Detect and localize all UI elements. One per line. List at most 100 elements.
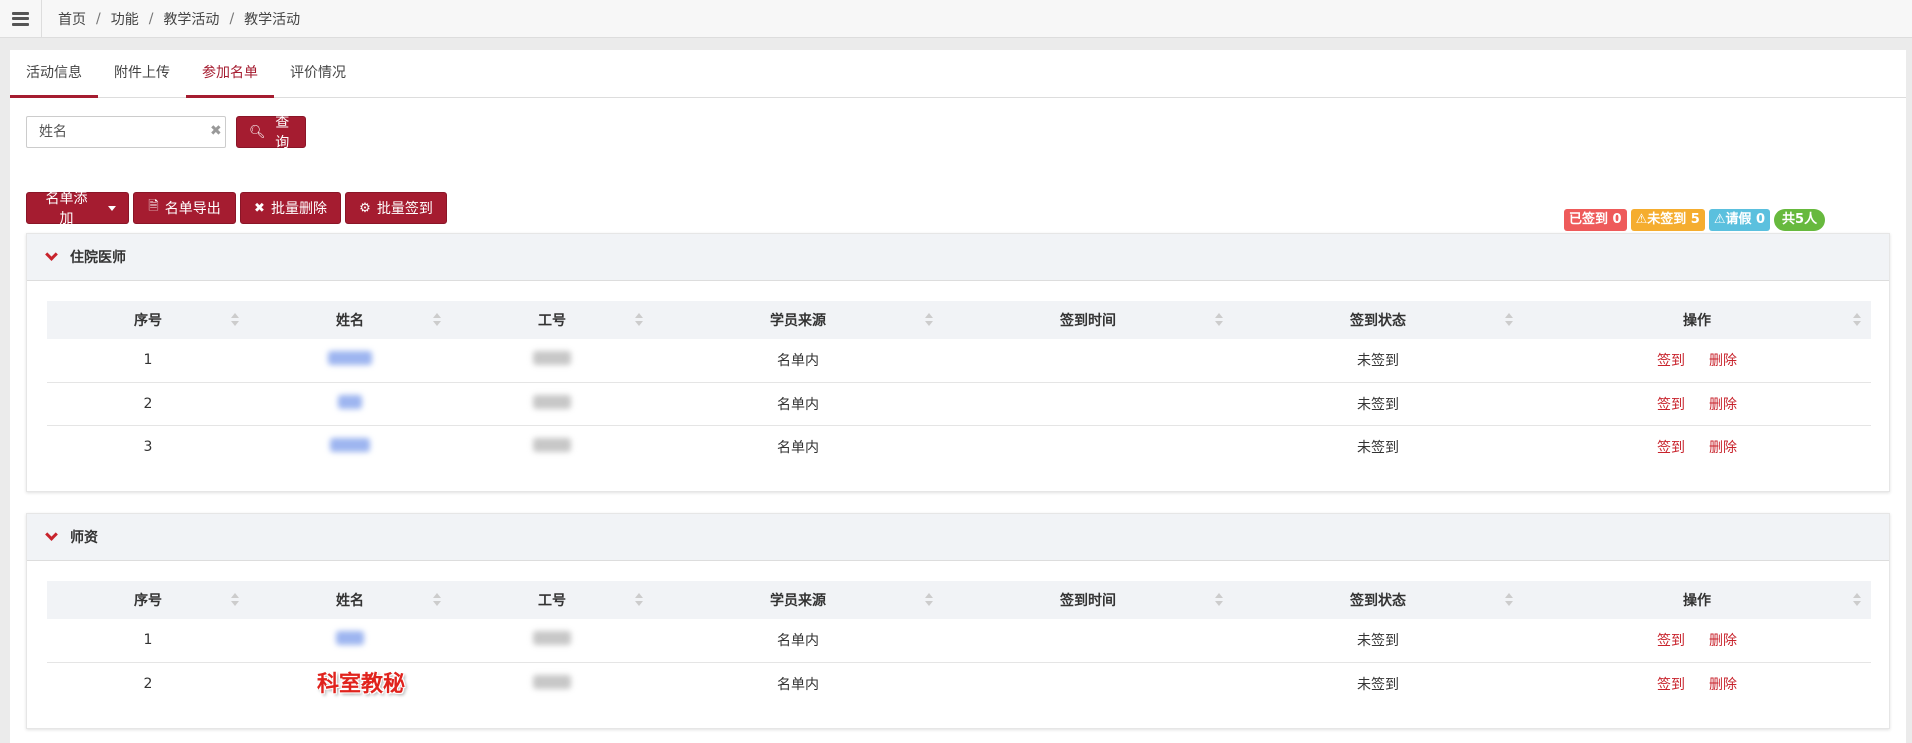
batch-delete-button[interactable]: ✖ 批量删除 — [240, 192, 341, 224]
delete-link[interactable]: 删除 — [1709, 353, 1737, 369]
cell-id — [451, 339, 653, 383]
cell-no: 1 — [47, 339, 249, 383]
cell-actions: 签到 删除 — [1523, 339, 1871, 383]
redacted-name — [338, 394, 362, 409]
delete-link[interactable]: 删除 — [1709, 677, 1737, 693]
chevron-down-icon — [45, 248, 58, 261]
sort-icon — [231, 313, 239, 327]
column-label: 姓名 — [336, 593, 364, 609]
name-search-input[interactable] — [26, 116, 226, 148]
cell-actions: 签到 删除 — [1523, 425, 1871, 468]
signed-count-badge: 已签到 0 — [1564, 209, 1627, 231]
sign-in-link[interactable]: 签到 — [1657, 633, 1685, 649]
column-label: 学员来源 — [770, 313, 826, 329]
column-header-sign-status[interactable]: 签到状态 — [1233, 581, 1523, 619]
breadcrumb-teaching[interactable]: 教学活动 — [163, 9, 219, 29]
cell-name[interactable] — [249, 619, 451, 663]
group-header[interactable]: 住院医师 — [27, 234, 1889, 281]
group-title: 住院医师 — [70, 250, 126, 266]
column-header-actions[interactable]: 操作 — [1523, 581, 1871, 619]
column-header-sign-time[interactable]: 签到时间 — [943, 301, 1233, 339]
column-header-sign-time[interactable]: 签到时间 — [943, 581, 1233, 619]
cell-source: 名单内 — [777, 676, 819, 693]
cell-actions: 签到 删除 — [1523, 619, 1871, 663]
export-list-button[interactable]: 🗎 名单导出 — [133, 192, 236, 224]
redacted-id — [533, 674, 571, 689]
add-list-label: 名单添加 — [45, 191, 88, 227]
sign-in-link[interactable]: 签到 — [1657, 397, 1685, 413]
column-header-id[interactable]: 工号 — [451, 581, 653, 619]
table-row: 1 名单内 未签到 签到 删除 — [47, 619, 1871, 663]
redacted-name — [330, 437, 370, 452]
breadcrumb-function[interactable]: 功能 — [111, 9, 139, 29]
column-label: 签到时间 — [1060, 593, 1116, 609]
column-header-source[interactable]: 学员来源 — [653, 301, 943, 339]
sort-icon — [1215, 593, 1223, 607]
column-header-no[interactable]: 序号 — [47, 581, 249, 619]
sign-in-link[interactable]: 签到 — [1657, 440, 1685, 456]
breadcrumb: 首页 / 功能 / 教学活动 / 教学活动 — [58, 9, 300, 29]
cell-name[interactable] — [249, 382, 451, 426]
search-row: ✖ 🔍︎ 查询 — [26, 115, 306, 151]
tab-bar: 活动信息 附件上传 参加名单 评价情况 — [10, 50, 1906, 98]
sort-icon — [925, 593, 933, 607]
breadcrumb-home[interactable]: 首页 — [58, 9, 86, 29]
column-header-sign-status[interactable]: 签到状态 — [1233, 301, 1523, 339]
cell-id — [451, 662, 653, 705]
cell-id — [451, 619, 653, 663]
column-header-id[interactable]: 工号 — [451, 301, 653, 339]
tab-evaluation[interactable]: 评价情况 — [274, 50, 362, 98]
cell-source: 名单内 — [777, 439, 819, 456]
clear-icon[interactable]: ✖ — [210, 123, 222, 139]
hamburger-icon — [12, 11, 29, 26]
column-header-name[interactable]: 姓名 — [249, 581, 451, 619]
cell-actions: 签到 删除 — [1523, 382, 1871, 426]
cell-sign-time — [943, 662, 1233, 705]
cell-no: 3 — [143, 438, 153, 455]
redacted-id — [533, 351, 571, 366]
sort-icon — [1505, 313, 1513, 327]
cell-name[interactable] — [249, 339, 451, 383]
sign-in-link[interactable]: 签到 — [1657, 353, 1685, 369]
column-header-source[interactable]: 学员来源 — [653, 581, 943, 619]
sort-icon — [1853, 593, 1861, 607]
batch-sign-in-button[interactable]: ⚙ 批量签到 — [345, 192, 447, 224]
column-label: 签到时间 — [1060, 313, 1116, 329]
top-bar: 首页 / 功能 / 教学活动 / 教学活动 — [0, 0, 1912, 38]
search-button[interactable]: 🔍︎ 查询 — [236, 115, 306, 151]
cell-source: 名单内 — [653, 619, 943, 663]
leave-count-badge: ⚠请假 0 — [1708, 209, 1771, 231]
tab-participants[interactable]: 参加名单 — [186, 50, 274, 98]
group-title: 师资 — [70, 530, 98, 546]
menu-toggle-button[interactable] — [0, 0, 42, 38]
sign-in-link[interactable]: 签到 — [1657, 677, 1685, 693]
tab-activity-info[interactable]: 活动信息 — [10, 50, 98, 98]
cell-sign-status: 未签到 — [1357, 676, 1399, 693]
export-list-label: 名单导出 — [164, 201, 221, 217]
cell-sign-status: 未签到 — [1233, 619, 1523, 663]
column-header-name[interactable]: 姓名 — [249, 301, 451, 339]
redacted-id — [533, 437, 571, 452]
search-button-label: 查询 — [275, 115, 290, 151]
column-label: 签到状态 — [1350, 593, 1406, 609]
delete-link[interactable]: 删除 — [1709, 440, 1737, 456]
cell-id — [451, 425, 653, 468]
column-header-actions[interactable]: 操作 — [1523, 301, 1871, 339]
annotation-label: 科室教秘 — [317, 671, 406, 697]
main-panel: 活动信息 附件上传 参加名单 评价情况 ✖ 🔍︎ 查询 名单添加 🗎 名单导出 ✖ 批… — [10, 50, 1906, 743]
sort-icon — [1505, 593, 1513, 607]
breadcrumb-current: 教学活动 — [244, 11, 301, 28]
add-list-dropdown-button[interactable]: 名单添加 — [26, 191, 129, 227]
redacted-name — [336, 631, 364, 646]
tab-attachment-upload[interactable]: 附件上传 — [98, 50, 186, 98]
column-label: 序号 — [134, 593, 162, 609]
delete-link[interactable]: 删除 — [1709, 633, 1737, 649]
delete-link[interactable]: 删除 — [1709, 397, 1737, 413]
cell-sign-status: 未签到 — [1233, 339, 1523, 383]
column-header-no[interactable]: 序号 — [47, 301, 249, 339]
cell-sign-time — [943, 619, 1233, 663]
cell-sign-status: 未签到 — [1357, 439, 1399, 456]
group-header[interactable]: 师资 — [27, 514, 1889, 561]
times-icon: ✖ — [254, 200, 265, 216]
cell-name[interactable] — [249, 425, 451, 468]
